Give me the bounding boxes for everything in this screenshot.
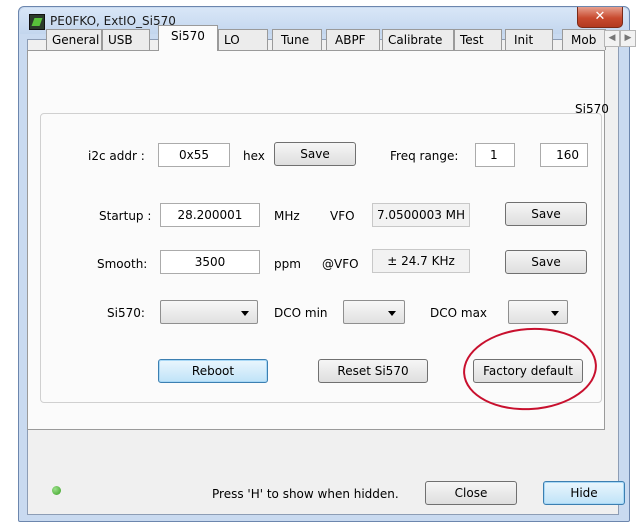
dco-min-label: DCO min <box>274 306 328 320</box>
tab-usb[interactable]: USB <box>102 29 150 50</box>
chevron-down-icon <box>551 311 559 316</box>
vfo-freq-readout: 7.0500003 MH <box>372 203 470 227</box>
tab-init[interactable]: Init <box>505 29 553 50</box>
scroll-left-icon[interactable]: ◀ <box>604 30 620 47</box>
freq-range-min-input[interactable]: 1 <box>475 143 515 167</box>
mhz-unit-label: MHz <box>274 209 300 223</box>
hex-label: hex <box>243 149 265 163</box>
window-title: PE0FKO, ExtIO_Si570 <box>50 14 176 28</box>
hidden-hint-text: Press 'H' to show when hidden. <box>212 487 399 501</box>
startup-label: Startup : <box>99 209 152 223</box>
ppm-unit-label: ppm <box>274 257 301 271</box>
freq-range-max-input[interactable]: 160 <box>540 143 588 167</box>
tab-calibrate[interactable]: Calibrate <box>382 29 454 50</box>
tab-scroll-buttons: ◀ ▶ <box>604 30 638 47</box>
chevron-down-icon <box>388 311 396 316</box>
save-startup-button[interactable]: Save <box>505 202 587 226</box>
app-icon <box>29 14 45 30</box>
group-box-title: Si570 <box>575 102 609 116</box>
scroll-right-icon[interactable]: ▶ <box>620 30 636 47</box>
smooth-label: Smooth: <box>97 257 148 271</box>
smooth-ppm-input[interactable]: 3500 <box>160 250 260 274</box>
reset-si570-button[interactable]: Reset Si570 <box>318 359 428 383</box>
tab-abpf[interactable]: ABPF <box>326 29 380 50</box>
si570-select[interactable] <box>160 300 258 324</box>
save-i2c-button[interactable]: Save <box>274 142 356 166</box>
i2c-addr-label: i2c addr : <box>88 149 145 163</box>
vfo-label: VFO <box>330 209 355 223</box>
i2c-addr-input[interactable]: 0x55 <box>158 143 230 167</box>
save-smooth-button[interactable]: Save <box>505 250 587 274</box>
tab-mob[interactable]: Mob <box>562 29 606 50</box>
tab-test[interactable]: Test <box>454 29 502 50</box>
status-led-icon <box>52 486 61 495</box>
dco-min-select[interactable] <box>343 300 405 324</box>
tab-lo[interactable]: LO <box>218 29 268 50</box>
hide-button[interactable]: Hide <box>543 481 625 505</box>
dco-max-select[interactable] <box>508 300 568 324</box>
si570-select-label: Si570: <box>107 306 145 320</box>
smooth-range-readout: ± 24.7 KHz <box>372 249 470 273</box>
close-button[interactable]: Close <box>425 481 517 505</box>
tab-general[interactable]: General <box>46 29 102 50</box>
startup-freq-input[interactable]: 28.200001 <box>160 203 260 227</box>
reboot-button[interactable]: Reboot <box>158 359 268 383</box>
tab-tune[interactable]: Tune <box>272 29 322 50</box>
tab-si570[interactable]: Si570 <box>158 25 218 51</box>
chevron-down-icon <box>241 311 249 316</box>
dco-max-label: DCO max <box>430 306 488 320</box>
close-window-button[interactable]: ✕ <box>577 7 623 28</box>
freq-range-label: Freq range: <box>390 149 459 163</box>
at-vfo-label: @VFO <box>322 257 359 271</box>
